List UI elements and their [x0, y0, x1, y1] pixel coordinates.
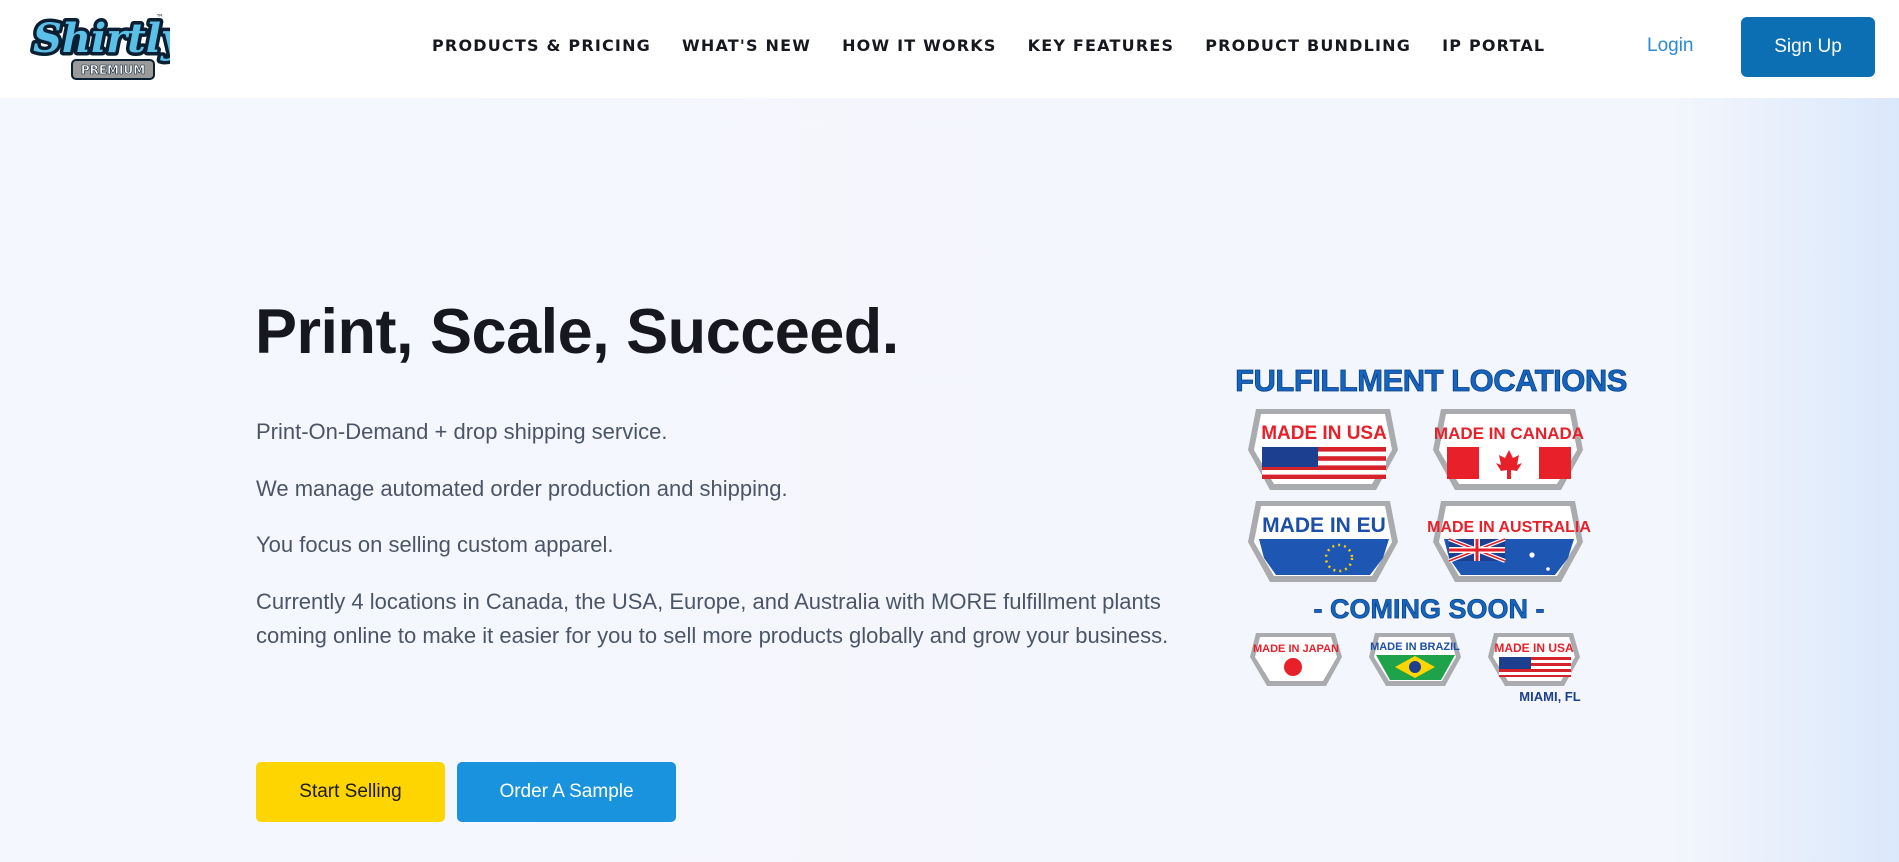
signup-button[interactable]: Sign Up: [1741, 17, 1875, 77]
badge-label: MADE IN USA: [1494, 641, 1574, 655]
nav-ip-portal[interactable]: IP PORTAL: [1442, 36, 1545, 55]
usa-flag-icon: [1262, 447, 1386, 479]
badge-label: MADE IN CANADA: [1434, 424, 1584, 443]
fulfillment-locations-svg: FULFILLMENT LOCATIONS MADE IN USA MADE I…: [1235, 363, 1628, 704]
logo-script: Shirtly: [33, 15, 170, 62]
badge-made-in-australia: MADE IN AUSTRALIA: [1427, 501, 1591, 582]
login-link[interactable]: Login: [1647, 35, 1694, 57]
hero-headline: Print, Scale, Succeed.: [255, 297, 899, 367]
nav-product-bundling[interactable]: PRODUCT BUNDLING: [1205, 36, 1411, 55]
badge-sublabel: MIAMI, FL: [1519, 689, 1580, 704]
usa-flag-icon: [1499, 657, 1571, 677]
badge-made-in-japan: MADE IN JAPAN: [1250, 633, 1342, 686]
badge-made-in-usa-miami: MADE IN USA MIAMI, FL: [1488, 633, 1581, 704]
badge-label: MADE IN USA: [1261, 423, 1387, 444]
canada-flag-icon: [1447, 447, 1571, 479]
badge-label: MADE IN EU: [1262, 514, 1386, 537]
badge-label: MADE IN AUSTRALIA: [1427, 519, 1591, 536]
main-nav: PRODUCTS & PRICING WHAT'S NEW HOW IT WOR…: [432, 36, 1545, 55]
nav-products-pricing[interactable]: PRODUCTS & PRICING: [432, 36, 651, 55]
nav-how-it-works[interactable]: HOW IT WORKS: [842, 36, 997, 55]
badge-label: MADE IN JAPAN: [1253, 643, 1339, 655]
australia-flag-icon: [1444, 537, 1574, 575]
japan-flag-icon: [1284, 658, 1302, 676]
coming-soon-label: - COMING SOON -: [1314, 594, 1545, 624]
badge-made-in-eu: MADE IN EU: [1248, 501, 1398, 582]
badge-made-in-brazil: MADE IN BRAZIL: [1369, 633, 1461, 686]
hero-paragraph-focus: You focus on selling custom apparel.: [256, 532, 614, 557]
badge-label: MADE IN BRAZIL: [1370, 641, 1460, 653]
fulfillment-locations-graphic: FULFILLMENT LOCATIONS MADE IN USA MADE I…: [1230, 355, 1630, 715]
trademark-symbol: ™: [156, 13, 164, 22]
eu-flag-icon: [1259, 539, 1389, 575]
logo-badge-text: PREMIUM: [81, 63, 145, 77]
site-header: Shirtly Shirtly ™ PREMIUM PRODUCTS & PRI…: [0, 0, 1899, 98]
badge-made-in-canada: MADE IN CANADA: [1433, 409, 1584, 490]
logo-graphic: Shirtly Shirtly ™ PREMIUM: [30, 12, 190, 80]
badge-made-in-usa: MADE IN USA: [1248, 409, 1398, 490]
fulfillment-title: FULFILLMENT LOCATIONS: [1235, 363, 1627, 398]
hero-paragraph-pod: Print-On-Demand + drop shipping service.: [256, 419, 668, 444]
nav-key-features[interactable]: KEY FEATURES: [1028, 36, 1175, 55]
order-sample-button[interactable]: Order A Sample: [457, 762, 676, 822]
hero-paragraph-automation: We manage automated order production and…: [256, 476, 788, 501]
start-selling-button[interactable]: Start Selling: [256, 762, 445, 822]
hero-paragraph-locations: Currently 4 locations in Canada, the USA…: [256, 589, 1169, 648]
shirtly-logo[interactable]: Shirtly Shirtly ™ PREMIUM: [30, 6, 190, 82]
nav-whats-new[interactable]: WHAT'S NEW: [682, 36, 811, 55]
